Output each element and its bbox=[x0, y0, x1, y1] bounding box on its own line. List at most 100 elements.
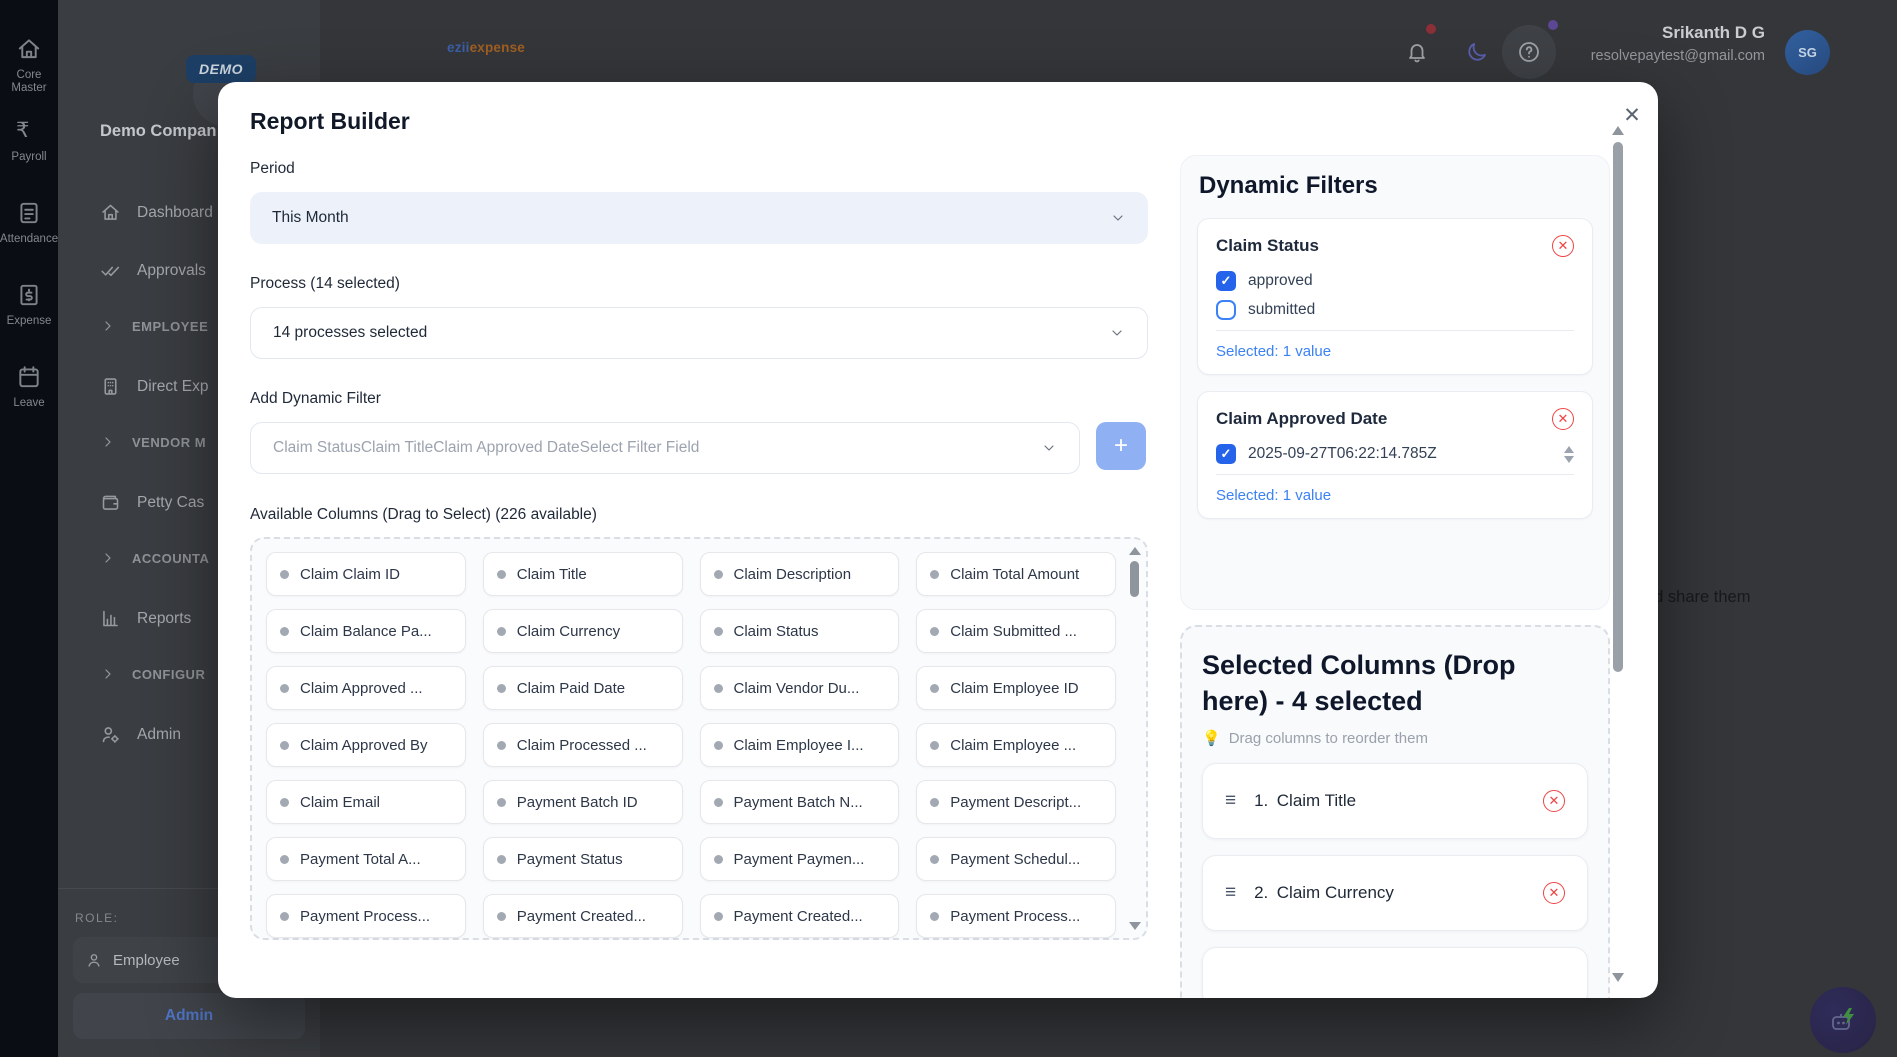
available-column-chip[interactable]: Claim Total Amount bbox=[916, 552, 1116, 596]
sidebar-item-admin[interactable]: Admin bbox=[100, 724, 181, 745]
rail-item-leave[interactable]: Leave bbox=[0, 364, 58, 410]
column-chip-label: Claim Claim ID bbox=[300, 566, 400, 583]
brand-part1: ezii bbox=[447, 40, 470, 55]
rail-item-attendance[interactable]: Attendance bbox=[0, 200, 58, 246]
notifications-bell-icon[interactable] bbox=[1405, 40, 1429, 64]
sidebar-admin-link[interactable]: Admin bbox=[73, 993, 305, 1039]
available-column-chip[interactable]: Claim Processed ... bbox=[483, 723, 683, 767]
remove-column-icon[interactable]: ✕ bbox=[1543, 790, 1565, 812]
filter-field-select[interactable]: Claim StatusClaim TitleClaim Approved Da… bbox=[250, 422, 1080, 474]
add-filter-button[interactable]: + bbox=[1096, 422, 1146, 470]
available-column-chip[interactable]: Payment Paymen... bbox=[700, 837, 900, 881]
available-column-chip[interactable]: Claim Email bbox=[266, 780, 466, 824]
checkbox[interactable]: ✓ bbox=[1216, 444, 1236, 464]
scrollbar-thumb[interactable] bbox=[1613, 142, 1623, 672]
available-column-chip[interactable]: Claim Paid Date bbox=[483, 666, 683, 710]
available-column-chip[interactable]: Claim Employee ... bbox=[916, 723, 1116, 767]
sidebar-item-dashboard[interactable]: Dashboard bbox=[100, 202, 213, 223]
avatar[interactable]: SG bbox=[1785, 30, 1830, 75]
drag-dot-icon bbox=[930, 684, 939, 693]
sidebar-item-label: Petty Cas bbox=[137, 494, 204, 512]
available-column-chip[interactable]: Claim Submitted ... bbox=[916, 609, 1116, 653]
column-chip-label: Claim Status bbox=[734, 623, 819, 640]
assistant-fab[interactable] bbox=[1810, 987, 1876, 1053]
modal-title: Report Builder bbox=[250, 108, 410, 135]
available-column-chip[interactable]: Payment Total A... bbox=[266, 837, 466, 881]
sidebar-item-configur[interactable]: CONFIGUR bbox=[100, 666, 205, 682]
chevron-right-icon bbox=[100, 318, 116, 334]
available-column-chip[interactable]: Payment Descript... bbox=[916, 780, 1116, 824]
chevron-right-icon bbox=[100, 666, 116, 682]
filter-option-label: submitted bbox=[1248, 301, 1574, 319]
sidebar-item-label: EMPLOYEE bbox=[132, 319, 208, 334]
scroll-down-icon[interactable] bbox=[1129, 922, 1141, 930]
available-column-chip[interactable]: Claim Status bbox=[700, 609, 900, 653]
available-column-chip[interactable]: Claim Employee ID bbox=[916, 666, 1116, 710]
divider bbox=[1216, 474, 1574, 475]
scroll-down-icon[interactable] bbox=[1612, 973, 1624, 982]
sort-arrows-icon[interactable] bbox=[1564, 446, 1574, 463]
sidebar-item-vendor-m[interactable]: VENDOR M bbox=[100, 434, 206, 450]
remove-filter-icon[interactable]: ✕ bbox=[1552, 235, 1574, 257]
sidebar-item-accounta[interactable]: ACCOUNTA bbox=[100, 550, 209, 566]
selected-column-label: 2. Claim Currency bbox=[1254, 883, 1525, 903]
rail-item-payroll[interactable]: ₹Payroll bbox=[0, 118, 58, 164]
help-icon[interactable] bbox=[1517, 40, 1541, 64]
calendar-icon bbox=[16, 364, 42, 390]
scroll-up-icon[interactable] bbox=[1129, 547, 1141, 555]
available-column-chip[interactable]: Claim Title bbox=[483, 552, 683, 596]
checkbox[interactable]: ✓ bbox=[1216, 271, 1236, 291]
checkbox[interactable] bbox=[1216, 300, 1236, 320]
scrollbar-thumb[interactable] bbox=[1130, 561, 1139, 597]
company-name: Demo Compan bbox=[100, 122, 216, 141]
drag-dot-icon bbox=[280, 798, 289, 807]
drag-dot-icon bbox=[497, 741, 506, 750]
available-column-chip[interactable]: Claim Approved ... bbox=[266, 666, 466, 710]
selected-column-item[interactable]: ≡ 2. Claim Currency ✕ bbox=[1202, 855, 1588, 931]
sidebar-item-employee[interactable]: EMPLOYEE bbox=[100, 318, 208, 334]
column-chip-label: Claim Balance Pa... bbox=[300, 623, 432, 640]
remove-column-icon[interactable]: ✕ bbox=[1543, 882, 1565, 904]
selected-column-item-peek[interactable] bbox=[1202, 947, 1588, 998]
drag-handle-icon[interactable]: ≡ bbox=[1225, 882, 1236, 904]
available-column-chip[interactable]: Payment Status bbox=[483, 837, 683, 881]
sidebar-item-reports[interactable]: Reports bbox=[100, 608, 191, 629]
available-column-chip[interactable]: Payment Created... bbox=[483, 894, 683, 938]
rail-item-core-master[interactable]: Core Master bbox=[0, 36, 58, 95]
dark-mode-moon-icon[interactable] bbox=[1465, 40, 1489, 64]
available-column-chip[interactable]: Claim Approved By bbox=[266, 723, 466, 767]
drag-dot-icon bbox=[714, 570, 723, 579]
rail-item-expense[interactable]: Expense bbox=[0, 282, 58, 328]
available-column-chip[interactable]: Payment Schedul... bbox=[916, 837, 1116, 881]
chevron-down-icon bbox=[1110, 210, 1126, 226]
available-column-chip[interactable]: Payment Created... bbox=[700, 894, 900, 938]
available-column-chip[interactable]: Payment Batch N... bbox=[700, 780, 900, 824]
drag-dot-icon bbox=[714, 912, 723, 921]
remove-filter-icon[interactable]: ✕ bbox=[1552, 408, 1574, 430]
available-column-chip[interactable]: Claim Description bbox=[700, 552, 900, 596]
available-column-chip[interactable]: Payment Process... bbox=[916, 894, 1116, 938]
available-column-chip[interactable]: Claim Currency bbox=[483, 609, 683, 653]
drag-dot-icon bbox=[930, 627, 939, 636]
available-column-chip[interactable]: Claim Claim ID bbox=[266, 552, 466, 596]
available-column-chip[interactable]: Payment Batch ID bbox=[483, 780, 683, 824]
filter-option-row: ✓approved bbox=[1216, 271, 1574, 291]
drag-dot-icon bbox=[280, 855, 289, 864]
selected-column-item[interactable]: ≡ 1. Claim Title ✕ bbox=[1202, 763, 1588, 839]
available-column-chip[interactable]: Claim Vendor Du... bbox=[700, 666, 900, 710]
selected-column-label: 1. Claim Title bbox=[1254, 791, 1525, 811]
sidebar-item-petty-cas[interactable]: Petty Cas bbox=[100, 492, 204, 513]
sidebar-item-label: Admin bbox=[137, 726, 181, 744]
drag-dot-icon bbox=[280, 684, 289, 693]
available-column-chip[interactable]: Payment Process... bbox=[266, 894, 466, 938]
available-column-chip[interactable]: Claim Employee I... bbox=[700, 723, 900, 767]
sidebar-item-approvals[interactable]: Approvals bbox=[100, 260, 206, 281]
column-chip-label: Claim Total Amount bbox=[950, 566, 1079, 583]
home-icon bbox=[16, 36, 42, 62]
sidebar-item-direct-exp[interactable]: Direct Exp bbox=[100, 376, 209, 397]
scroll-up-icon[interactable] bbox=[1612, 126, 1624, 135]
available-column-chip[interactable]: Claim Balance Pa... bbox=[266, 609, 466, 653]
process-select[interactable]: 14 processes selected bbox=[250, 307, 1148, 359]
period-select[interactable]: This Month bbox=[250, 192, 1148, 244]
drag-handle-icon[interactable]: ≡ bbox=[1225, 790, 1236, 812]
